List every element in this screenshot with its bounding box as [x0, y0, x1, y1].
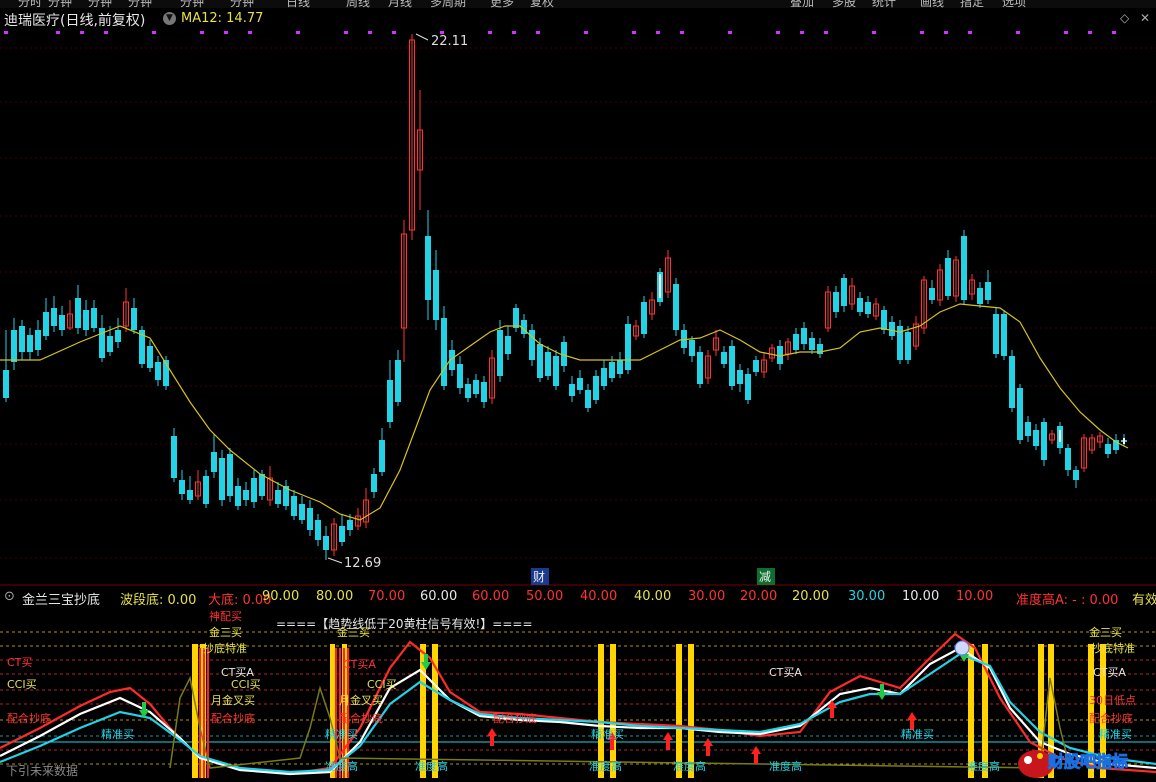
- indicator-value: 80.00: [316, 589, 354, 604]
- diamond-icon[interactable]: ◇: [1120, 11, 1129, 25]
- signal-label: CT买A: [769, 666, 802, 679]
- signal-label: 准度高: [325, 760, 358, 773]
- low-price-label: 12.69: [344, 556, 381, 571]
- stock-title: 迪瑞医疗(日线,前复权): [4, 13, 146, 29]
- indicator-value: 20.00: [740, 589, 778, 604]
- signal-label: 准度高: [589, 760, 622, 773]
- signal-dots: [4, 31, 1116, 34]
- signal-label: CCI买: [7, 678, 37, 691]
- price-grid: [0, 47, 1156, 586]
- ma-label: MA12: 14.77: [181, 11, 264, 26]
- signal-label: 准度高: [673, 760, 706, 773]
- signal-banner: ====【趋势线低于20黄柱信号有效!】====: [276, 617, 533, 631]
- signal-label: 准度高: [415, 760, 448, 773]
- signal-label: 精准买: [325, 728, 358, 741]
- signal-label: 准度高: [967, 760, 1000, 773]
- indicator-value: 90.00: [262, 589, 300, 604]
- signal-label: CCI买: [367, 678, 397, 691]
- signal-label: 配合抄底: [1089, 712, 1133, 725]
- indicator-value: 50.00: [526, 589, 564, 604]
- indicator-name: 金兰三宝抄底: [22, 593, 101, 608]
- signal-label: CT买A: [1093, 666, 1126, 679]
- signal-label: 金三买: [209, 626, 242, 639]
- event-jian[interactable]: 减: [757, 568, 775, 585]
- signal-label: 精准买: [901, 728, 934, 741]
- indicator-header: ⊙ 金兰三宝抄底 波段底: 0.00 大底: 0.00 90.00 80.00 70.0…: [0, 586, 1156, 608]
- chart-header: 迪瑞医疗(日线,前复权) ▼ MA12: 14.77 ◇ ✕: [0, 8, 1156, 30]
- indicator-value: 30.00: [848, 589, 886, 604]
- indicator-menu-icon[interactable]: ⊙: [4, 589, 15, 604]
- signal-label: 配合抄底: [493, 712, 537, 725]
- signal-label: 配合抄底: [7, 712, 51, 725]
- indicator-value: 70.00: [368, 589, 406, 604]
- indicator-value: 30.00: [688, 589, 726, 604]
- indicator-value: 10.00: [902, 589, 940, 604]
- indicator-value: 10.00: [956, 589, 994, 604]
- candlestick-chart[interactable]: 22.11 12.69 财 减: [0, 30, 1156, 586]
- signal-label: CT买A: [343, 658, 376, 671]
- signal-label: 金三买: [1089, 626, 1122, 639]
- signal-label: 月金叉买: [211, 694, 255, 707]
- signal-label: 30日低点: [1089, 694, 1136, 707]
- svg-text:减: 减: [759, 570, 771, 584]
- signal-label: 精准买: [591, 728, 624, 741]
- event-caihui[interactable]: 财: [531, 568, 549, 585]
- candlesticks: [3, 34, 1127, 560]
- signal-label: CT买: [7, 656, 33, 669]
- signal-label: 神配买: [209, 610, 242, 623]
- indicator-value: 60.00: [420, 589, 458, 604]
- period-toolbar: 分时 分钟 分钟 分钟 分钟 分钟 日线 周线 月线 多周期 更多 复权 叠加 多股 统计 画线 指定 选项: [0, 0, 1156, 9]
- indicator-value: 20.00: [792, 589, 830, 604]
- close-icon[interactable]: ✕: [1140, 11, 1150, 25]
- indicator-value: 有效: [1132, 593, 1156, 608]
- indicator-value: 60.00: [472, 589, 510, 604]
- signal-label: 金三买: [337, 626, 370, 639]
- indicator-value: 40.00: [580, 589, 618, 604]
- signal-label: 抄底特准: [203, 642, 247, 655]
- high-annotation: 22.11: [415, 33, 468, 49]
- indicator-value: 波段底: 0.00: [120, 593, 197, 608]
- signal-label: 抄底特准: [1091, 642, 1135, 655]
- watermark-logo: 财股吧指标: [1016, 740, 1156, 778]
- indicator-value: 40.00: [634, 589, 672, 604]
- indicator-value: 准度高A: - : 0.00: [1016, 593, 1119, 608]
- signal-label: CCI买: [231, 678, 261, 691]
- signal-label: 精准买: [101, 728, 134, 741]
- indicator-chart[interactable]: ====【趋势线低于20黄柱信号有效!】==== CT买 CCI买配合抄底精准买 神…: [0, 608, 1156, 778]
- high-price-label: 22.11: [431, 34, 468, 49]
- signal-label: 月金叉买: [339, 694, 383, 707]
- signal-label: 准度高: [769, 760, 802, 773]
- future-data-label: 下引未来数据: [6, 764, 79, 778]
- signal-label: 配合抄底: [339, 712, 383, 725]
- svg-text:财: 财: [533, 570, 545, 584]
- indicator-toggle-icon[interactable]: ▼: [163, 12, 176, 25]
- signal-label: 配合抄底: [211, 712, 255, 725]
